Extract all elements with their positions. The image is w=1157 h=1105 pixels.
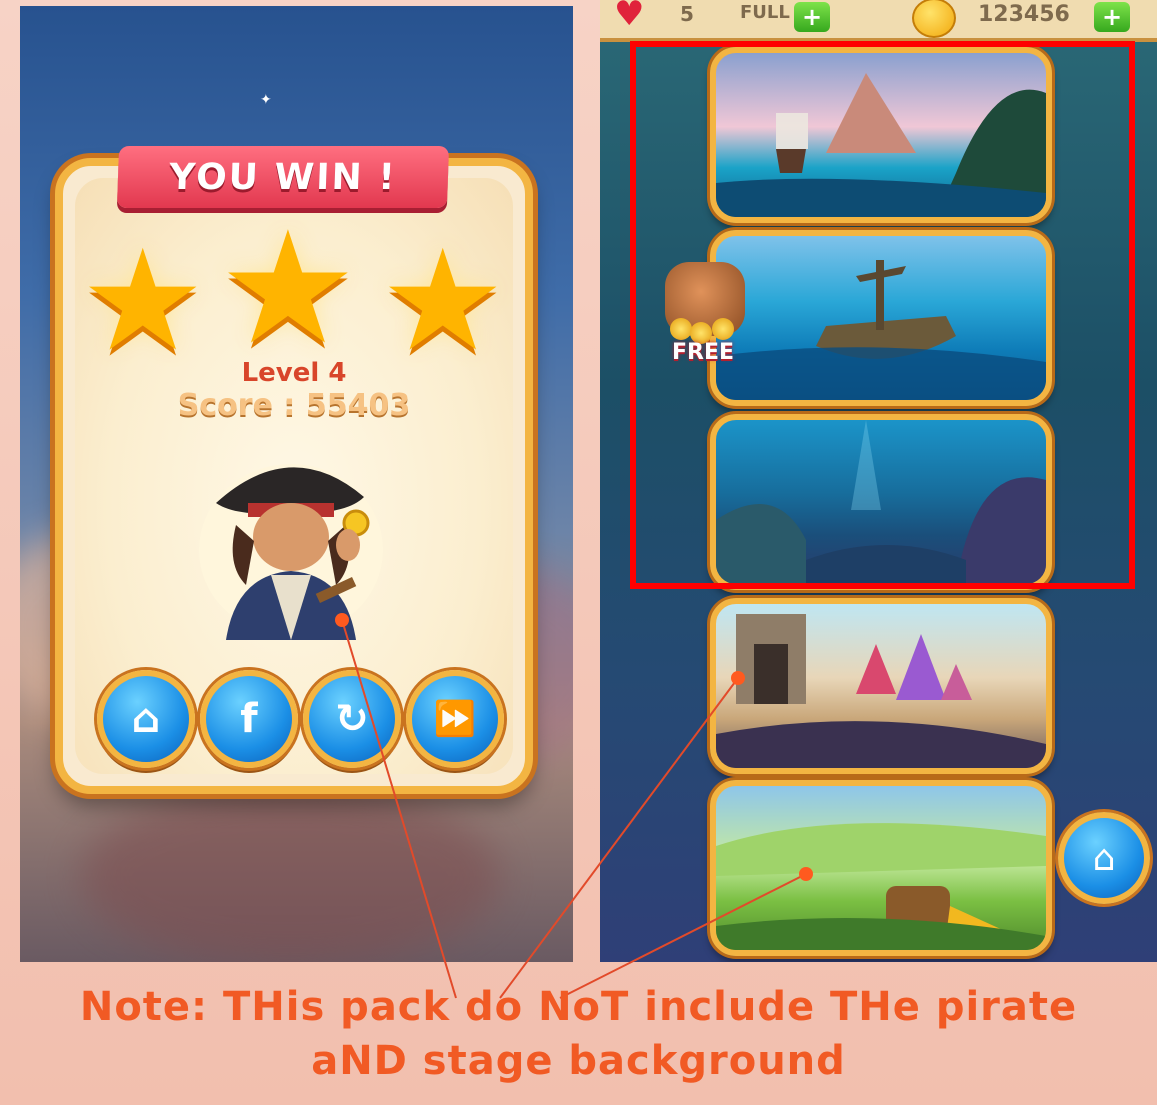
annotation-dot (731, 671, 745, 685)
note-line-1: Note: THis pack do NoT include THe pirat… (79, 984, 1078, 1030)
annotation-dot (335, 613, 349, 627)
disclaimer-note: Note: THis pack do NoT include THe pirat… (0, 980, 1157, 1105)
annotation-lines (341, 619, 807, 999)
note-line-2: aND stage background (311, 1038, 846, 1084)
annotation-dot (799, 867, 813, 881)
